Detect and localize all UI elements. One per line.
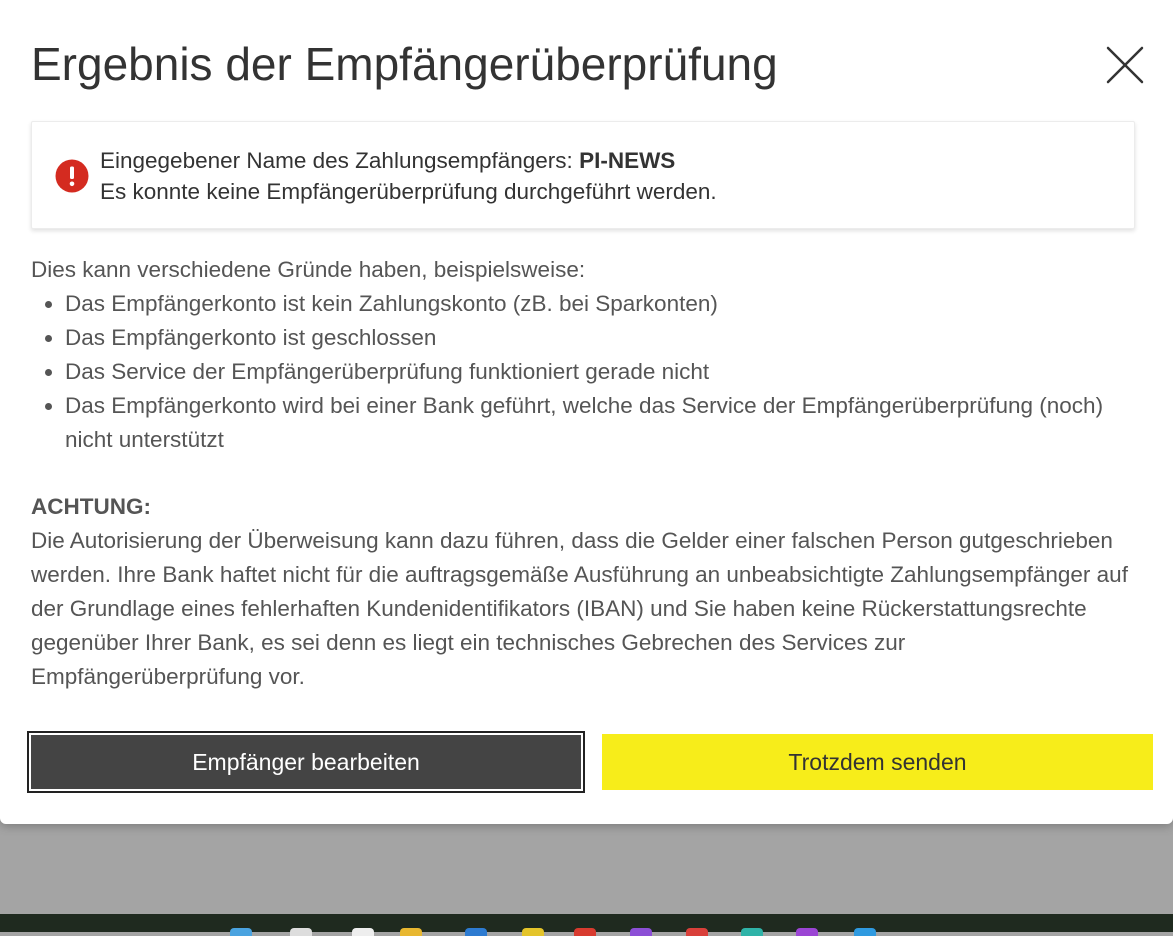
reason-item: Das Service der Empfängerüberprüfung fun… [65, 355, 1141, 389]
reason-item: Das Empfängerkonto ist geschlossen [65, 321, 1141, 355]
payee-label: Eingegebener Name des Zahlungsempfängers… [100, 148, 573, 173]
app-icon[interactable] [796, 928, 818, 936]
browser-icon[interactable] [574, 928, 596, 936]
alert-message: Eingegebener Name des Zahlungsempfängers… [100, 145, 717, 207]
warning-text: Die Autorisierung der Überweisung kann d… [31, 528, 1128, 689]
dialog-title: Ergebnis der Empfängerüberprüfung [31, 38, 778, 90]
recipient-check-dialog: Ergebnis der Empfängerüberprüfung Eingeg… [0, 0, 1173, 824]
warning-section: ACHTUNG: Die Autorisierung der Überweisu… [31, 490, 1141, 694]
windows-start-icon[interactable] [230, 928, 252, 936]
payee-line: Eingegebener Name des Zahlungsempfängers… [100, 145, 717, 176]
app-icon[interactable] [630, 928, 652, 936]
task-view-icon[interactable] [352, 928, 374, 936]
error-icon [55, 159, 89, 193]
reasons-list: Das Empfängerkonto ist kein Zahlungskont… [31, 287, 1141, 457]
reason-item: Das Empfängerkonto ist kein Zahlungskont… [65, 287, 1141, 321]
reason-item: Das Empfängerkonto wird bei einer Bank g… [65, 389, 1141, 457]
alert-box: Eingegebener Name des Zahlungsempfängers… [31, 121, 1135, 229]
send-anyway-button[interactable]: Trotzdem senden [602, 734, 1153, 790]
app-icon[interactable] [741, 928, 763, 936]
file-explorer-icon[interactable] [400, 928, 422, 936]
reasons-intro: Dies kann verschiedene Gründe haben, bei… [31, 257, 586, 282]
warning-heading: ACHTUNG: [31, 494, 151, 519]
edit-recipient-button[interactable]: Empfänger bearbeiten [27, 731, 585, 793]
check-failed-message: Es konnte keine Empfängerüberprüfung dur… [100, 179, 717, 204]
search-icon[interactable] [290, 928, 312, 936]
payee-name: PI-NEWS [579, 148, 676, 173]
app-icon[interactable] [686, 928, 708, 936]
app-icon[interactable] [522, 928, 544, 936]
taskbar [0, 914, 1173, 936]
app-icon[interactable] [854, 928, 876, 936]
app-icon[interactable] [465, 928, 487, 936]
reasons-section: Dies kann verschiedene Gründe haben, bei… [31, 253, 1141, 457]
close-button[interactable] [1100, 40, 1150, 90]
close-icon [1106, 46, 1144, 84]
